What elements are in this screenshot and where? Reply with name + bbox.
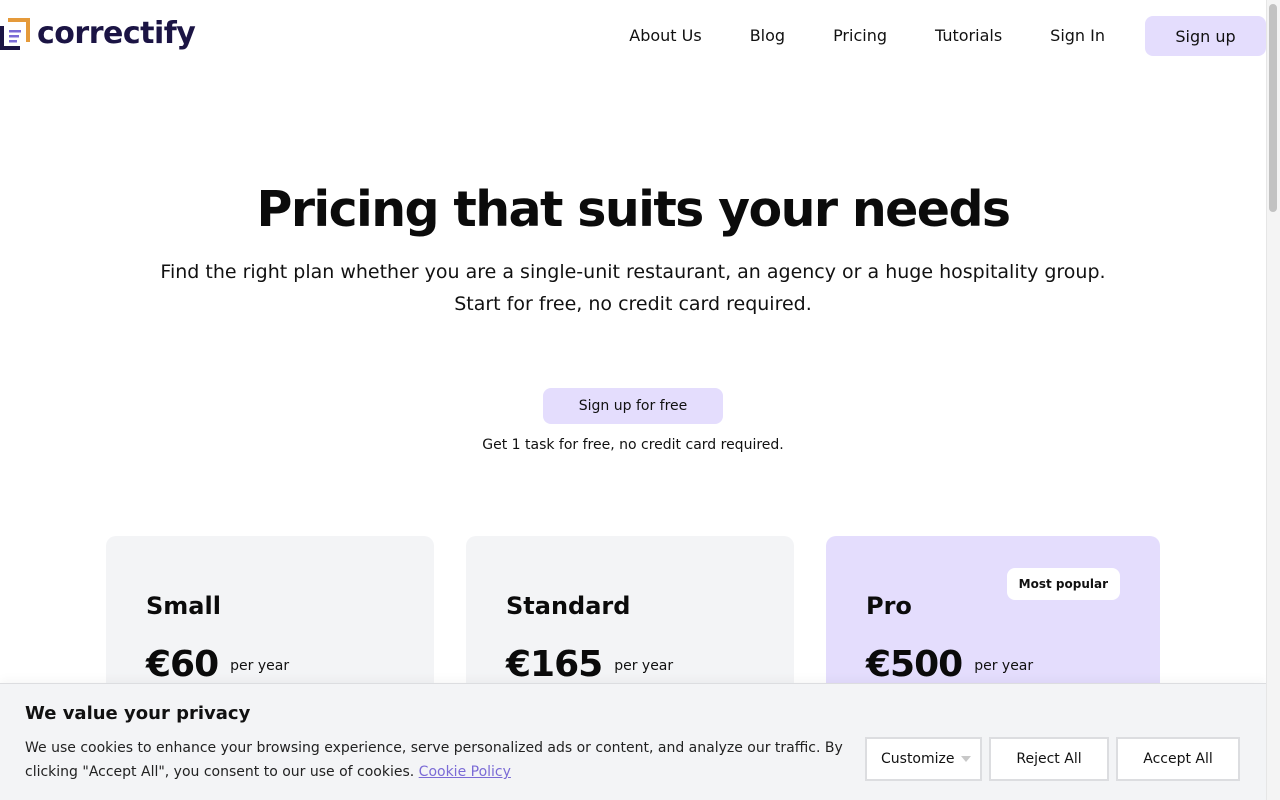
customize-button[interactable]: Customize (865, 737, 982, 781)
cookie-title: We value your privacy (25, 703, 251, 724)
hero-note: Get 1 task for free, no credit card requ… (482, 437, 784, 453)
plan-name: Pro (866, 592, 912, 620)
sign-up-button[interactable]: Sign up (1145, 16, 1266, 56)
logo-text: correctify (37, 16, 196, 51)
plan-name: Small (146, 592, 221, 620)
cookie-banner: We value your privacy We use cookies to … (0, 683, 1266, 800)
plan-period: per year (974, 658, 1034, 674)
chevron-down-icon (960, 756, 971, 762)
plan-price-row: €60 per year (146, 644, 289, 685)
page-title: Pricing that suits your needs (256, 181, 1012, 238)
cookie-text: We use cookies to enhance your browsing … (25, 736, 855, 784)
nav-about-us[interactable]: About Us (629, 16, 701, 56)
nav-pricing[interactable]: Pricing (833, 16, 887, 56)
sign-up-for-free-button[interactable]: Sign up for free (543, 388, 723, 424)
accept-all-button[interactable]: Accept All (1116, 737, 1240, 781)
plan-price: €165 (506, 644, 603, 685)
logo[interactable]: correctify (0, 16, 196, 52)
customize-label: Customize (881, 751, 955, 767)
plan-price: €60 (146, 644, 219, 685)
plan-period: per year (614, 658, 674, 674)
plan-price-row: €165 per year (506, 644, 673, 685)
correctify-logo-icon (0, 18, 30, 50)
nav-sign-in[interactable]: Sign In (1050, 16, 1105, 56)
hero-subtitle-line-1: Find the right plan whether you are a si… (160, 261, 1106, 283)
page-scrollbar[interactable] (1266, 0, 1280, 800)
nav-blog[interactable]: Blog (750, 16, 785, 56)
most-popular-badge: Most popular (1006, 568, 1120, 600)
plan-price-row: €500 per year (866, 644, 1033, 685)
main-nav: About Us Blog Pricing Tutorials Sign In … (629, 16, 1266, 56)
nav-tutorials[interactable]: Tutorials (935, 16, 1002, 56)
hero-subtitle-line-2: Start for free, no credit card required. (454, 293, 812, 315)
plan-price: €500 (866, 644, 963, 685)
cookie-policy-link[interactable]: Cookie Policy (419, 764, 511, 780)
plan-name: Standard (506, 592, 631, 620)
reject-all-button[interactable]: Reject All (989, 737, 1109, 781)
plan-period: per year (230, 658, 290, 674)
site-header: correctify About Us Blog Pricing Tutoria… (0, 0, 1266, 72)
hero-subtitle: Find the right plan whether you are a si… (0, 256, 1266, 320)
scrollbar-thumb[interactable] (1269, 4, 1277, 212)
